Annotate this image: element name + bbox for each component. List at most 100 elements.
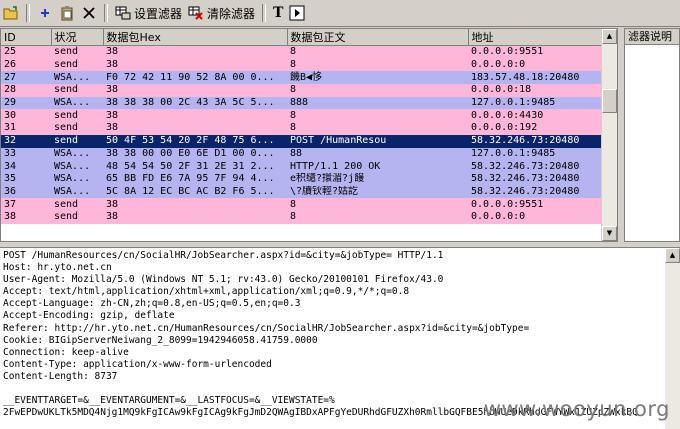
packet-cell-hex: F0 72 42 11 90 52 8A 00 0... [103, 71, 287, 85]
packet-cell-addr: 58.32.246.73:20480 [468, 172, 604, 186]
scroll-down-arrow-icon[interactable]: ▼ [602, 226, 617, 241]
packet-cell-hex: 38 [103, 109, 287, 123]
detail-line: Accept-Encoding: gzip, deflate [3, 310, 175, 322]
set-filter-button[interactable]: 设置滤器 [112, 3, 185, 23]
packet-detail-text: POST /HumanResources/cn/SocialHR/JobSear… [0, 248, 680, 421]
folder-icon [3, 5, 19, 21]
packet-cell-body: e积缱?擐湄?j饅 [287, 172, 468, 186]
packet-cell-id: 32 [1, 134, 51, 148]
packet-cell-id: 38 [1, 210, 51, 224]
delete-button[interactable] [78, 3, 100, 23]
packet-table-header: ID 状况 数据包Hex 数据包正文 地址 [1, 29, 605, 46]
packet-cell-status: send [51, 84, 103, 97]
clipboard-icon [59, 5, 75, 21]
packet-cell-status: WSA... [51, 71, 103, 85]
detail-line: Referer: http://hr.yto.net.cn/HumanResou… [3, 322, 530, 334]
packet-cell-status: send [51, 134, 103, 148]
packet-cell-hex: 50 4F 53 54 20 2F 48 75 6... [103, 134, 287, 148]
packet-cell-status: WSA... [51, 96, 103, 110]
packet-list-scrollbar[interactable]: ▲ ▼ [601, 29, 617, 241]
packet-cell-id: 27 [1, 71, 51, 85]
toolbar: 设置滤器 清除滤器 T [0, 0, 680, 27]
packet-cell-id: 31 [1, 122, 51, 135]
scroll-up-arrow-icon[interactable]: ▲ [665, 248, 680, 263]
set-filter-label: 设置滤器 [134, 6, 183, 21]
toolbar-separator [26, 4, 30, 22]
clear-filter-button[interactable]: 清除滤器 [185, 3, 258, 23]
plus-icon [37, 5, 53, 21]
column-header-address[interactable]: 地址 [468, 29, 605, 46]
packet-cell-hex: 5C 8A 12 EC BC AC B2 F6 5... [103, 185, 287, 199]
packet-row[interactable]: 38 send 38 8 0.0.0.0:0 [1, 210, 604, 224]
packet-cell-id: 30 [1, 109, 51, 123]
packet-row[interactable]: 26 send 38 8 0.0.0.0:0 [1, 58, 604, 72]
column-header-id[interactable]: ID [1, 29, 52, 46]
scrollbar-thumb[interactable] [602, 89, 617, 113]
packet-cell-hex: 38 38 38 00 2C 43 3A 5C 5... [103, 96, 287, 110]
packet-row[interactable]: 36 WSA... 5C 8A 12 EC BC AC B2 F6 5... \?牘钬… [1, 185, 604, 199]
packet-row[interactable]: 28 send 38 8 0.0.0.0:18 [1, 84, 604, 97]
packet-row[interactable]: 37 send 38 8 0.0.0.0:9551 [1, 198, 604, 211]
toolbar-separator [104, 4, 108, 22]
column-header-body[interactable]: 数据包正文 [287, 29, 469, 46]
packet-cell-body: 88 [287, 147, 468, 161]
packet-row[interactable]: 34 WSA... 48 54 54 50 2F 31 2E 31 2... HTTP… [1, 160, 604, 173]
text-view-button[interactable]: T [270, 3, 286, 23]
packet-cell-body: 8 [287, 210, 468, 224]
packet-detail-pane[interactable]: POST /HumanResources/cn/SocialHR/JobSear… [0, 247, 680, 429]
packet-cell-addr: 0.0.0.0:9551 [468, 198, 604, 211]
packet-row[interactable]: 31 send 38 8 0.0.0.0:192 [1, 122, 604, 135]
packet-row[interactable]: 30 send 38 8 0.0.0.0:4430 [1, 109, 604, 123]
scroll-up-arrow-icon[interactable]: ▲ [602, 29, 617, 44]
packet-row[interactable]: 33 WSA... 38 38 00 00 E0 6E D1 00 0... 88 12… [1, 147, 604, 161]
play-icon [289, 5, 305, 21]
detail-line: Accept: text/html,application/xhtml+xml,… [3, 286, 410, 298]
packet-cell-addr: 0.0.0.0:0 [468, 58, 604, 72]
play-button[interactable] [286, 3, 308, 23]
packet-cell-body: 8 [287, 84, 468, 97]
open-folder-button[interactable] [0, 3, 22, 23]
packet-cell-hex: 38 [103, 198, 287, 211]
packet-cell-id: 35 [1, 172, 51, 186]
packet-cell-addr: 58.32.246.73:20480 [468, 185, 604, 199]
packet-cell-body: \?牘钬輕?姑訖 [287, 185, 468, 199]
packet-row[interactable]: 29 WSA... 38 38 38 00 2C 43 3A 5C 5... 888 1… [1, 96, 604, 110]
packet-cell-body: HTTP/1.1 200 OK [287, 160, 468, 173]
packet-cell-addr: 58.32.246.73:20480 [468, 134, 604, 148]
add-button[interactable] [34, 3, 56, 23]
toolbar-separator [262, 4, 267, 22]
packet-cell-id: 29 [1, 96, 51, 110]
detail-line: Host: hr.yto.net.cn [3, 262, 112, 274]
packet-cell-hex: 38 [103, 58, 287, 72]
packet-row[interactable]: 27 WSA... F0 72 42 11 90 52 8A 00 0... 饑B◀恀… [1, 71, 604, 85]
text-view-label: T [273, 5, 284, 21]
packet-cell-addr: 127.0.0.1:9485 [468, 147, 604, 161]
packet-cell-addr: 0.0.0.0:4430 [468, 109, 604, 123]
packet-cell-id: 36 [1, 185, 51, 199]
packet-cell-id: 34 [1, 160, 51, 173]
packet-row[interactable]: 25 send 38 8 0.0.0.0:9551 [1, 45, 604, 59]
close-icon [81, 5, 97, 21]
detail-line: Connection: keep-alive [3, 346, 129, 358]
packet-cell-body: 8 [287, 198, 468, 211]
packet-row[interactable]: 35 WSA... 65 BB FD E6 7A 95 7F 94 4... e积缱?… [1, 172, 604, 186]
packet-cell-hex: 48 54 54 50 2F 31 2E 31 2... [103, 160, 287, 173]
packet-list[interactable]: ID 状况 数据包Hex 数据包正文 地址 25 send 38 8 0.0.0.0:9… [0, 28, 618, 242]
packet-cell-status: WSA... [51, 172, 103, 186]
packet-cell-addr: 0.0.0.0:9551 [468, 45, 604, 59]
packet-cell-hex: 38 38 00 00 E0 6E D1 00 0... [103, 147, 287, 161]
column-header-hex[interactable]: 数据包Hex [103, 29, 288, 46]
packet-cell-id: 37 [1, 198, 51, 211]
detail-line [3, 383, 677, 395]
packet-cell-hex: 38 [103, 84, 287, 97]
packet-cell-body: POST /HumanResou [287, 134, 468, 148]
packet-cell-status: WSA... [51, 185, 103, 199]
column-header-status[interactable]: 状况 [51, 29, 104, 46]
packet-cell-id: 25 [1, 45, 51, 59]
packet-cell-status: send [51, 109, 103, 123]
paste-button[interactable] [56, 3, 78, 23]
packet-cell-addr: 127.0.0.1:9485 [468, 96, 604, 110]
detail-line: User-Agent: Mozilla/5.0 (Windows NT 5.1;… [3, 274, 444, 286]
packet-cell-hex: 38 [103, 122, 287, 135]
packet-row-selected[interactable]: 32 send 50 4F 53 54 20 2F 48 75 6... POST /… [1, 134, 604, 148]
